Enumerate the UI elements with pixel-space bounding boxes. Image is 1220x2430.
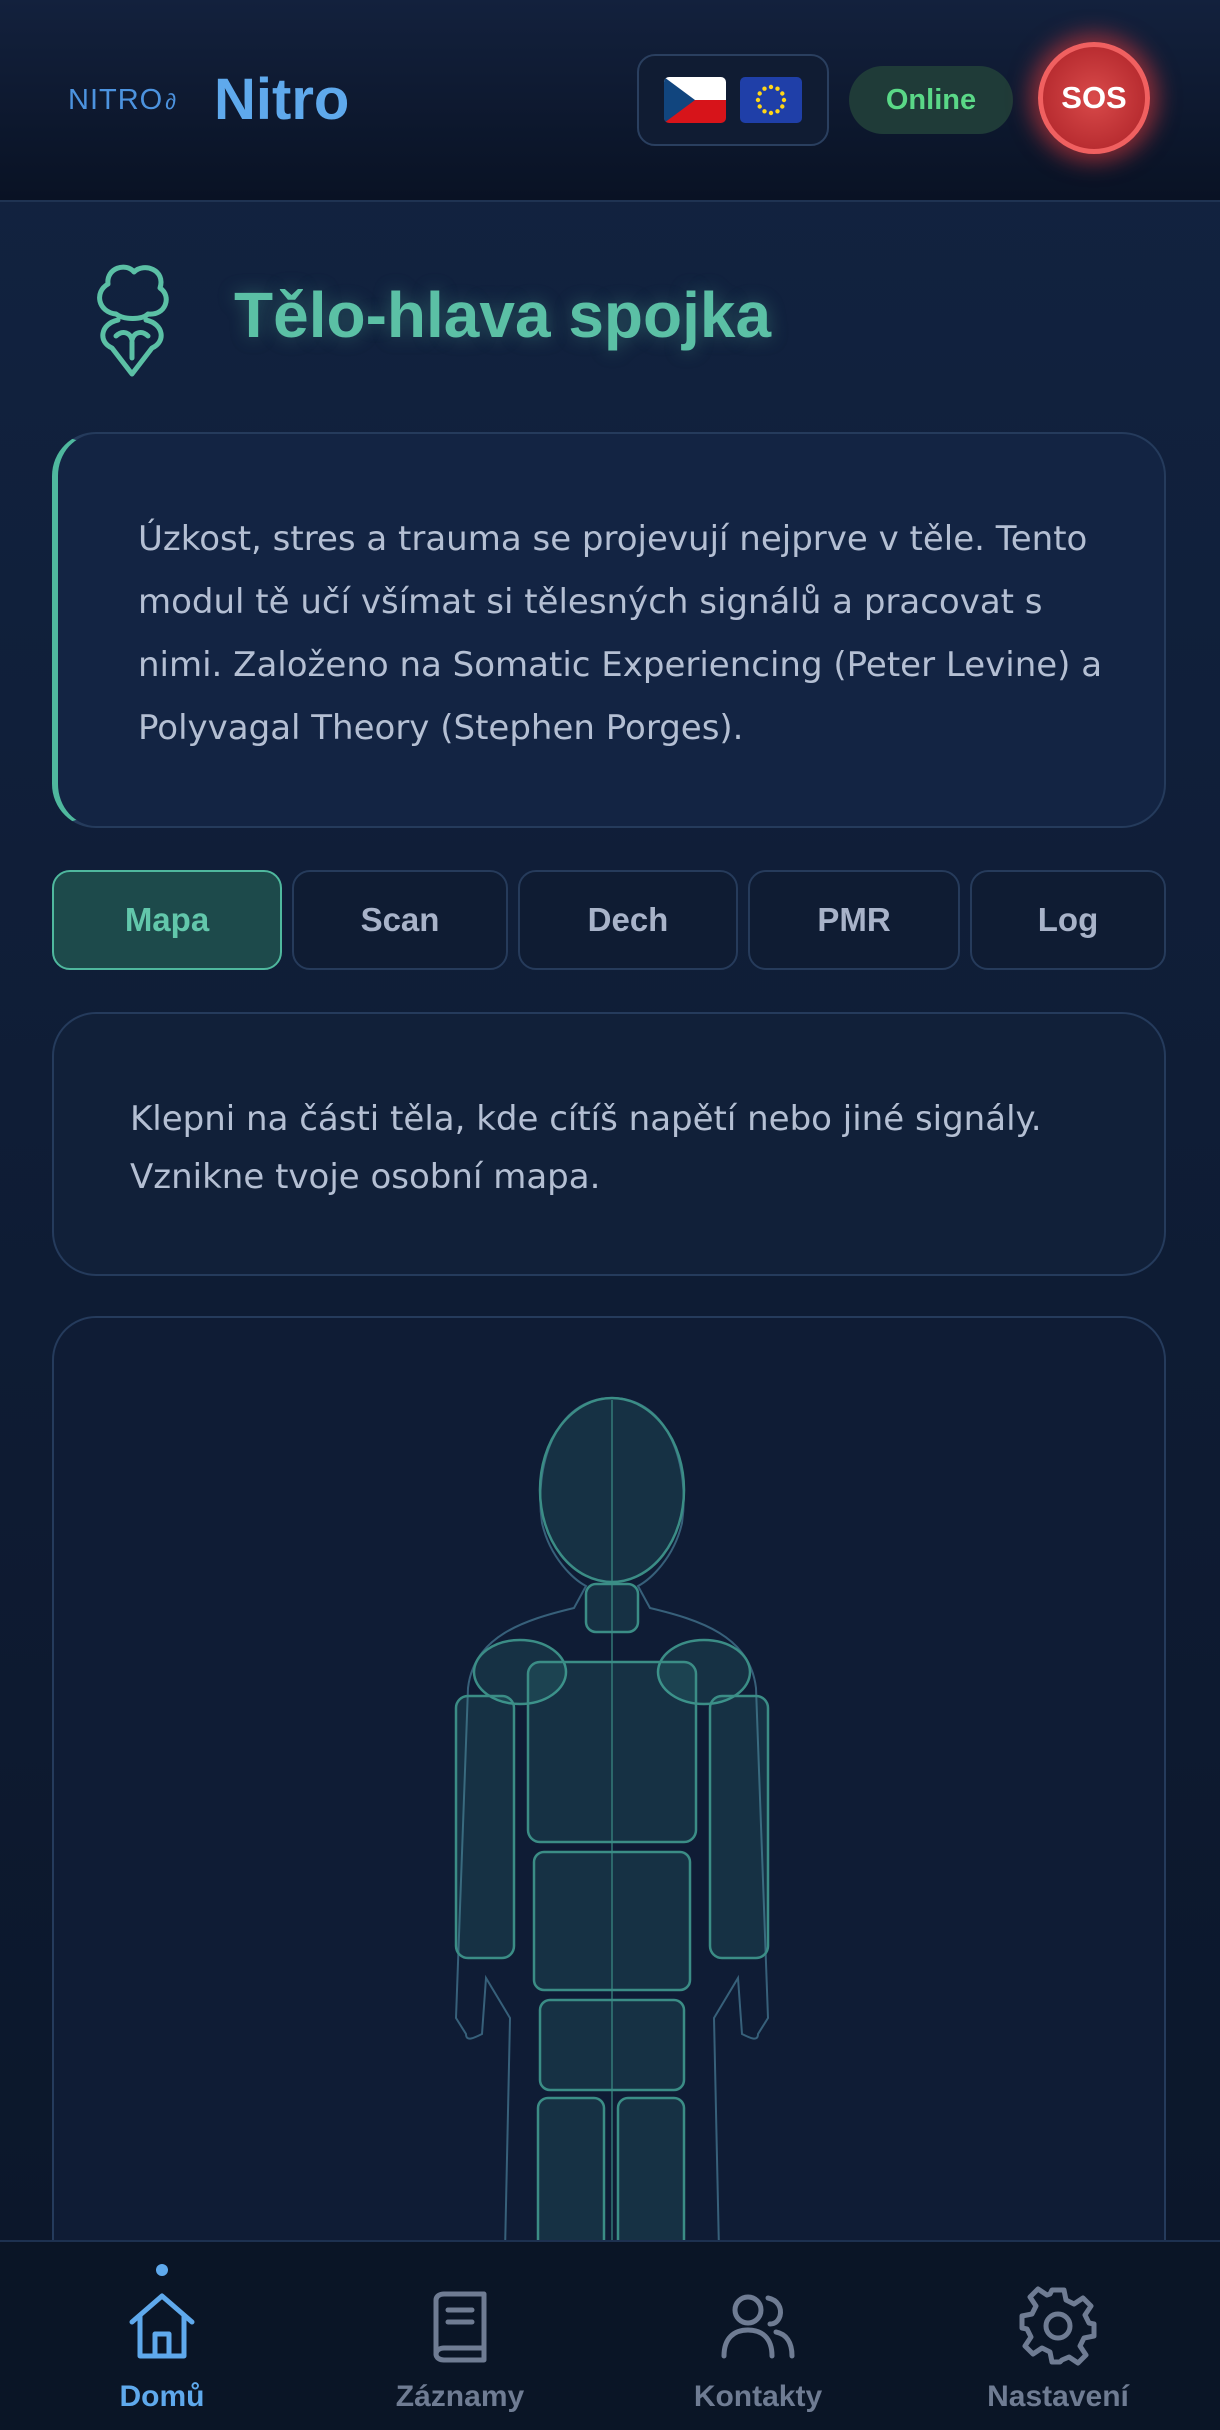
intro-text: Úzkost, stres a trauma se projevují nejp…	[138, 519, 1103, 748]
brand-logo-text: NITRO	[68, 84, 164, 116]
eu-flag-icon[interactable]	[740, 77, 802, 123]
tab-mapa[interactable]: Mapa	[52, 870, 282, 970]
body-part-right-arm[interactable]	[708, 1694, 770, 1960]
nav-item-nastaveni[interactable]: Nastavení	[938, 2242, 1178, 2430]
nav-label-domu: Domů	[119, 2380, 205, 2413]
tab-pmr[interactable]: PMR	[748, 870, 960, 970]
nav-item-kontakty[interactable]: Kontakty	[638, 2242, 878, 2430]
hint-card: Klepni na části těla, kde cítíš napětí n…	[52, 1012, 1166, 1276]
sperm-icon: ∂	[165, 89, 178, 114]
active-indicator-dot	[156, 2264, 168, 2276]
gear-icon	[1019, 2286, 1097, 2366]
page-title: Tělo-hlava spojka	[234, 279, 772, 351]
nav-label-kontakty: Kontakty	[693, 2380, 823, 2413]
tab-scan[interactable]: Scan	[292, 870, 508, 970]
hint-text: Klepni na části těla, kde cítíš napětí n…	[130, 1099, 1042, 1197]
book-icon	[433, 2291, 487, 2363]
nav-label-nastaveni: Nastavení	[987, 2380, 1129, 2413]
language-switcher[interactable]	[637, 54, 829, 146]
app-screen: NITRO∂ Nitro Online SOS Tělo-hlava spojk…	[0, 0, 1220, 2430]
app-title: Nitro	[214, 67, 350, 132]
nav-item-zaznamy[interactable]: Záznamy	[340, 2242, 580, 2430]
users-icon	[721, 2294, 795, 2359]
nav-label-zaznamy: Záznamy	[395, 2380, 525, 2413]
tab-dech[interactable]: Dech	[518, 870, 738, 970]
body-part-left-arm[interactable]	[454, 1694, 516, 1960]
home-icon	[129, 2293, 195, 2359]
cz-flag-icon[interactable]	[664, 77, 726, 123]
bottom-navigation: Domů Záznamy Kontakty Nastavení	[0, 2240, 1220, 2430]
online-status-badge: Online	[849, 66, 1013, 134]
brain-heart-icon	[97, 264, 169, 377]
nav-item-domu[interactable]: Domů	[42, 2242, 282, 2430]
tab-log[interactable]: Log	[970, 870, 1166, 970]
intro-card: Úzkost, stres a trauma se projevují nejp…	[52, 432, 1166, 828]
sos-button[interactable]: SOS	[1038, 42, 1150, 154]
brand-logo: NITRO∂	[68, 84, 177, 117]
top-header: NITRO∂ Nitro Online SOS	[0, 0, 1220, 202]
